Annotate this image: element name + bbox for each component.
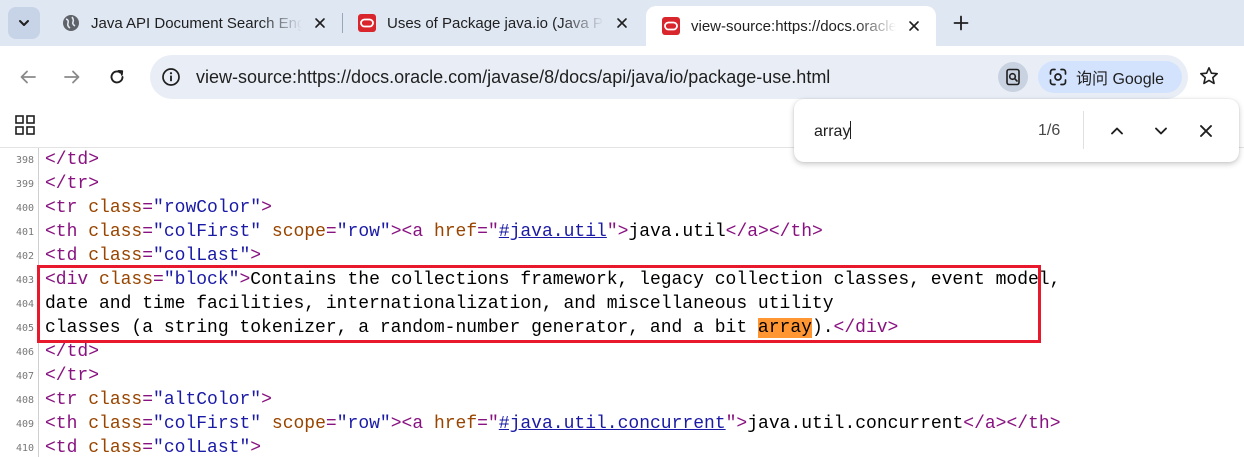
line-number: 399 <box>15 179 34 190</box>
line-number: 405 <box>15 323 34 334</box>
source-code: </tr> <box>45 174 100 194</box>
find-query: array <box>814 123 851 140</box>
arrow-right-icon <box>64 70 80 84</box>
back-button[interactable] <box>13 62 43 92</box>
source-line: 407 </tr> <box>0 364 1244 388</box>
chevron-up-icon <box>1111 127 1123 135</box>
tab-java-api-search[interactable]: Java API Document Search Engine <box>46 0 342 46</box>
arrow-left-icon <box>20 70 36 84</box>
find-divider <box>1083 111 1084 149</box>
source-code: <td class="colLast"> <box>45 438 262 457</box>
url-text[interactable]: view-source:https://docs.oracle.com/java… <box>196 67 830 88</box>
highlight-annotation-box <box>37 265 1041 343</box>
ask-google-button[interactable]: 询问 Google <box>1038 61 1182 93</box>
attribute-value: "row" <box>336 222 391 242</box>
new-tab-button[interactable] <box>948 10 974 36</box>
source-code: </tr> <box>45 366 100 386</box>
source-code: <th class="colFirst" scope="row"><a href… <box>45 414 1061 434</box>
attribute-value: "row" <box>336 414 391 434</box>
source-code: <tr class="altColor"> <box>45 390 272 410</box>
address-bar[interactable]: view-source:https://docs.oracle.com/java… <box>150 55 1188 99</box>
source-code: </td> <box>45 342 100 362</box>
attribute-value: "colFirst" <box>153 414 262 434</box>
source-code: <th class="colFirst" scope="row"><a href… <box>45 222 823 242</box>
source-view: 398 </td> 399 </tr> 400 <tr class="rowCo… <box>0 148 1244 457</box>
bookmark-star-button[interactable] <box>1196 63 1222 89</box>
source-href-link[interactable]: #java.util.concurrent <box>499 414 726 434</box>
line-number: 402 <box>15 251 34 262</box>
source-line: 399 </tr> <box>0 172 1244 196</box>
line-number: 410 <box>15 443 34 454</box>
line-number: 409 <box>15 419 34 430</box>
source-line: 409 <th class="colFirst" scope="row"><a … <box>0 412 1244 436</box>
reload-icon <box>110 70 124 84</box>
source-code: </td> <box>45 150 100 170</box>
chevron-down-icon <box>19 20 29 26</box>
find-close-button[interactable] <box>1192 117 1220 145</box>
plus-icon <box>953 15 969 31</box>
star-icon <box>1200 67 1218 85</box>
source-line: 401 <th class="colFirst" scope="row"><a … <box>0 220 1244 244</box>
close-icon[interactable] <box>904 16 924 36</box>
find-next-button[interactable] <box>1147 117 1175 145</box>
line-number: 398 <box>15 155 34 166</box>
source-line: 408 <tr class="altColor"> <box>0 388 1244 412</box>
text-caret <box>850 121 852 139</box>
tab-uses-of-package[interactable]: Uses of Package java.io (Java Platform S… <box>342 0 644 46</box>
attribute-value: "rowColor" <box>153 198 262 218</box>
line-number: 401 <box>15 227 34 238</box>
google-lens-icon <box>1049 68 1067 86</box>
apps-grid-icon[interactable] <box>14 114 36 136</box>
find-input[interactable]: array <box>814 121 852 141</box>
link-text: java.util.concurrent <box>747 414 964 434</box>
oracle-icon <box>358 14 376 32</box>
close-icon <box>1200 125 1212 137</box>
source-href-link[interactable]: #java.util <box>499 222 607 242</box>
page-search-icon <box>1006 68 1020 86</box>
reload-button[interactable] <box>102 62 132 92</box>
find-in-page-bar: array 1/6 <box>794 99 1239 162</box>
find-match-count: 1/6 <box>1038 122 1061 139</box>
tab-strip: Java API Document Search Engine Uses of … <box>0 0 1244 46</box>
source-line: 410 <td class="colLast"> <box>0 436 1244 457</box>
line-number: 404 <box>15 299 34 310</box>
tab-title: Uses of Package java.io (Java Platform S… <box>387 14 604 32</box>
line-number: 407 <box>15 371 34 382</box>
link-text: java.util <box>628 222 726 242</box>
oracle-icon <box>662 17 680 35</box>
close-icon[interactable] <box>612 13 632 33</box>
page-search-button[interactable] <box>998 62 1028 92</box>
tab-search-button[interactable] <box>8 7 40 39</box>
tab-title: Java API Document Search Engine <box>91 14 302 32</box>
tab-title: view-source:https://docs.oracle.com/java… <box>691 17 896 35</box>
line-number: 408 <box>15 395 34 406</box>
attribute-value: "altColor" <box>153 390 262 410</box>
line-number: 403 <box>15 275 34 286</box>
chevron-down-icon <box>1155 127 1167 135</box>
attribute-value: "colFirst" <box>153 222 262 242</box>
attribute-value: "colLast" <box>153 438 251 457</box>
site-info-icon[interactable] <box>161 67 181 87</box>
forward-button[interactable] <box>57 62 87 92</box>
find-previous-button[interactable] <box>1103 117 1131 145</box>
source-code: <tr class="rowColor"> <box>45 198 272 218</box>
close-icon[interactable] <box>310 13 330 33</box>
attribute-value: "colLast" <box>153 246 251 266</box>
source-line: 400 <tr class="rowColor"> <box>0 196 1244 220</box>
line-number: 400 <box>15 203 34 214</box>
globe-icon <box>63 15 79 31</box>
ask-google-label: 询问 Google <box>1076 71 1165 88</box>
source-line: 406 </td> <box>0 340 1244 364</box>
line-number: 406 <box>15 347 34 358</box>
tab-view-source[interactable]: view-source:https://docs.oracle.com/java… <box>646 6 936 46</box>
